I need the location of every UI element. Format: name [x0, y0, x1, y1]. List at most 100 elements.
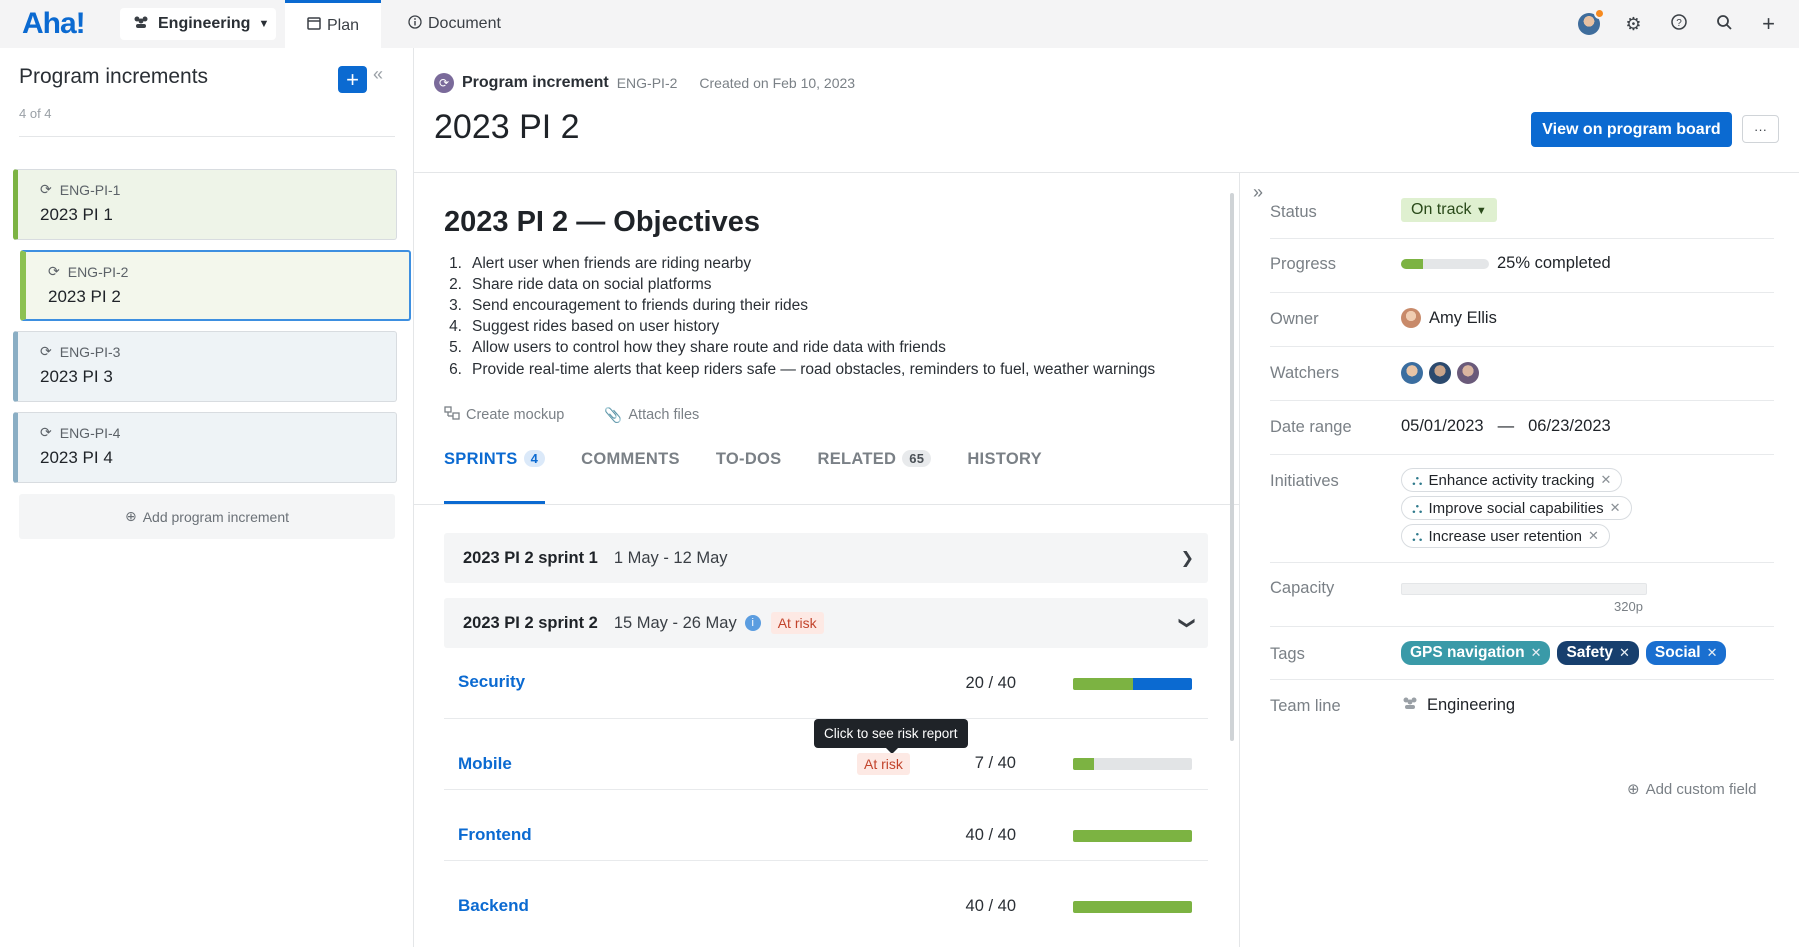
bar-fill-green [1073, 901, 1192, 913]
settings-button[interactable]: ⚙ [1611, 14, 1656, 35]
add-program-increment-button[interactable]: ⊕ Add program increment [19, 494, 395, 539]
team-row[interactable]: Security 20 / 40 [444, 648, 1208, 719]
bar-fill-green [1073, 830, 1192, 842]
sprint-info-icon[interactable]: i [744, 615, 761, 631]
increment-card[interactable]: ⟳ ENG-PI-3 2023 PI 3 [13, 331, 397, 402]
team-load-bar [1073, 758, 1192, 770]
capacity-bar [1401, 583, 1647, 595]
remove-icon[interactable]: ✕ [1619, 645, 1630, 661]
search-icon [1716, 14, 1732, 35]
workspace-name: Engineering [158, 15, 251, 32]
chevron-down-icon[interactable]: ❯ [1177, 616, 1197, 629]
aha-logo[interactable]: Aha! [22, 7, 86, 41]
remove-icon[interactable]: ✕ [1707, 645, 1718, 661]
chevron-right-icon[interactable]: ❯ [1181, 548, 1194, 568]
team-row[interactable]: Backend 40 / 40 [444, 861, 1208, 932]
help-button[interactable]: ? [1656, 13, 1701, 35]
attach-files-button[interactable]: 📎 Attach files [604, 406, 699, 424]
watcher-avatar[interactable] [1401, 362, 1423, 384]
team-name[interactable]: Mobile [458, 754, 512, 774]
record-id[interactable]: ENG-PI-2 [617, 75, 678, 91]
sidebar: Program increments + « 4 of 4 ⟳ ENG-PI-1 … [0, 48, 414, 947]
tab-plan-label: Plan [327, 16, 360, 34]
create-mockup-button[interactable]: Create mockup [444, 406, 564, 424]
capacity-value[interactable]: 320p [1401, 583, 1647, 614]
create-button[interactable]: + [1746, 11, 1791, 37]
field-label: Initiatives [1270, 472, 1339, 490]
view-on-program-board-button[interactable]: View on program board [1531, 112, 1732, 147]
workspace-selector[interactable]: Engineering ▼ [120, 8, 276, 40]
list-item: 1. Alert user when friends are riding nea… [449, 254, 752, 272]
remove-icon[interactable]: ✕ [1610, 500, 1621, 516]
bar-fill-green [1073, 678, 1133, 690]
tag-safety[interactable]: Safety ✕ [1557, 641, 1639, 665]
increment-card[interactable]: ⟳ ENG-PI-1 2023 PI 1 [13, 169, 397, 240]
remove-icon[interactable]: ✕ [1600, 472, 1611, 488]
team-load-bar [1073, 678, 1192, 690]
tag-social[interactable]: Social ✕ [1645, 641, 1727, 665]
owner-value[interactable]: Amy Ellis [1401, 308, 1497, 328]
team-row[interactable]: Mobile Click to see risk report At risk … [444, 719, 1208, 790]
team-name[interactable]: Backend [458, 896, 529, 916]
team-name[interactable]: Frontend [458, 825, 532, 845]
team-load-bar [1073, 901, 1192, 913]
bar-fill-green [1073, 758, 1095, 770]
initiative-tag[interactable]: ⛬ Increase user retention ✕ [1401, 524, 1610, 548]
sync-icon: ⟳ [40, 181, 52, 197]
tag-gps-navigation[interactable]: GPS navigation ✕ [1401, 641, 1551, 665]
remove-icon[interactable]: ✕ [1588, 528, 1599, 544]
team-icon [1401, 696, 1419, 715]
remove-icon[interactable]: ✕ [1531, 645, 1542, 661]
field-label: Watchers [1270, 364, 1340, 382]
collapse-sidebar-icon[interactable]: « [373, 64, 383, 85]
status-dropdown[interactable]: On track ▼ [1401, 198, 1497, 222]
tab-comments[interactable]: COMMENTS [581, 450, 680, 504]
team-name[interactable]: Security [458, 672, 525, 692]
sidebar-title: Program increments [19, 65, 209, 88]
increment-id: ENG-PI-3 [59, 343, 121, 360]
record-header: ⟳ Program increment ENG-PI-2 Created on … [414, 48, 1799, 173]
list-item: 2. Share ride data on social platforms [449, 275, 712, 293]
sidebar-count: 4 of 4 [19, 106, 52, 121]
tab-history[interactable]: HISTORY [967, 450, 1042, 504]
initiative-tag[interactable]: ⛬ Improve social capabilities ✕ [1401, 496, 1632, 520]
field-owner: Owner Amy Ellis [1270, 293, 1774, 347]
at-risk-badge[interactable]: At risk [770, 612, 824, 634]
expand-panel-icon[interactable]: » [1253, 182, 1263, 203]
progress-bar [1401, 258, 1489, 269]
sprint-row-expanded[interactable]: 2023 PI 2 sprint 2 15 May - 26 May i At … [444, 598, 1208, 648]
add-custom-field-button[interactable]: ⊕ Add custom field [1627, 780, 1756, 799]
gear-icon: ⚙ [1625, 13, 1642, 34]
tab-sprints[interactable]: SPRINTS 4 [444, 450, 546, 504]
watcher-avatar[interactable] [1457, 362, 1479, 384]
increment-card[interactable]: ⟳ ENG-PI-4 2023 PI 4 [13, 412, 397, 483]
sprint-row[interactable]: 2023 PI 2 sprint 1 1 May - 12 May ❯ [444, 533, 1208, 583]
at-risk-badge[interactable]: At risk [857, 753, 910, 775]
main-content: 2023 PI 2 — Objectives 1. Alert user when… [414, 173, 1239, 947]
tab-document[interactable]: Document [386, 0, 523, 48]
tab-plan[interactable]: Plan [285, 0, 382, 48]
watcher-avatar[interactable] [1429, 362, 1451, 384]
date-range-value[interactable]: 05/01/2023 — 06/23/2023 [1401, 417, 1611, 436]
tab-related[interactable]: RELATED 65 [817, 450, 932, 504]
field-label: Status [1270, 203, 1317, 221]
bar-fill-blue [1132, 678, 1192, 690]
record-title[interactable]: 2023 PI 2 [434, 108, 580, 147]
add-increment-button[interactable]: + [338, 66, 367, 93]
user-avatar-button[interactable] [1566, 8, 1611, 35]
risk-tooltip: Click to see risk report [814, 719, 968, 754]
main-scrollbar[interactable] [1230, 193, 1234, 741]
mockup-icon [444, 406, 460, 424]
more-options-button[interactable]: ··· [1742, 115, 1779, 143]
initiative-tag[interactable]: ⛬ Enhance activity tracking ✕ [1401, 468, 1623, 492]
team-row[interactable]: Frontend 40 / 40 [444, 790, 1208, 861]
plus-icon: + [1762, 11, 1775, 36]
objectives-list[interactable]: 1. Alert user when friends are riding nea… [444, 253, 1155, 380]
sync-icon: ⟳ [48, 263, 60, 279]
search-button[interactable] [1701, 14, 1746, 35]
info-icon [408, 14, 422, 34]
tab-todos[interactable]: TO-DOS [716, 450, 782, 504]
increment-card-selected[interactable]: ⟳ ENG-PI-2 2023 PI 2 [20, 250, 411, 321]
field-date-range: Date range 05/01/2023 — 06/23/2023 [1270, 401, 1774, 455]
team-line-value[interactable]: Engineering [1401, 696, 1515, 715]
